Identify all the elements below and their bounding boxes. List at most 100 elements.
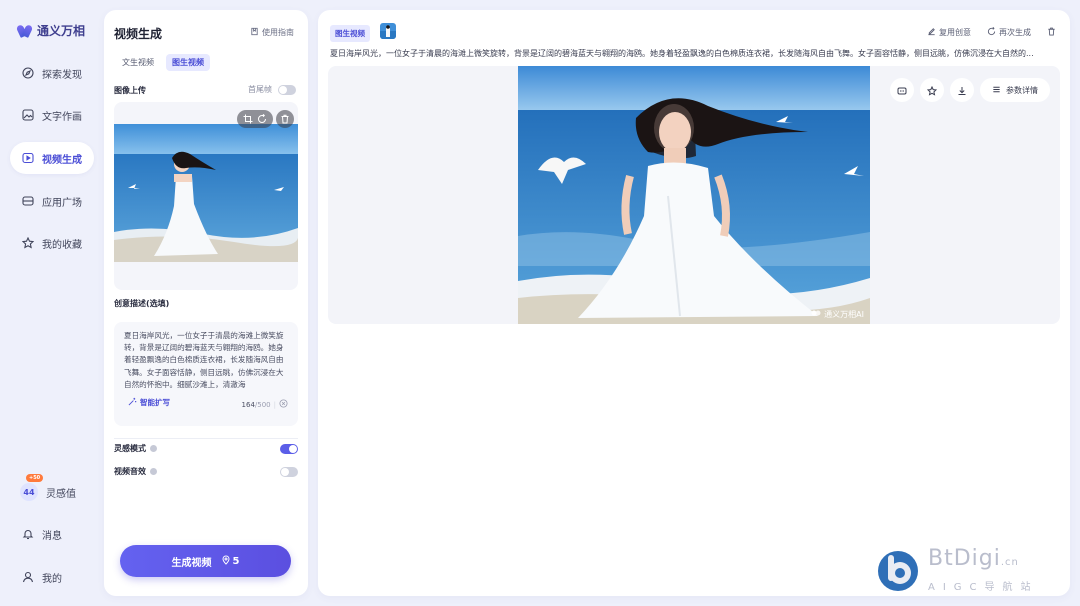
clear-icon[interactable] — [279, 399, 288, 410]
credits-item[interactable]: +50 44 灵感值 — [10, 474, 94, 508]
description-text: 夏日海岸风光，一位女子于清晨的海滩上微笑旋转，背景是辽阔的碧海蓝天与翱翔的海鸥。… — [124, 331, 284, 389]
caption-icon — [897, 81, 907, 100]
mode-tabs: 文生视频 图生视频 — [116, 54, 210, 71]
subtitle-button[interactable] — [890, 78, 914, 102]
nav-label: 消息 — [42, 530, 62, 542]
magic-wand-icon — [128, 397, 137, 408]
credits-count: +50 44 — [20, 474, 44, 501]
first-last-frame-label: 首尾帧 — [248, 85, 272, 94]
book-icon — [250, 27, 259, 38]
nav-label: 我的 — [42, 573, 62, 585]
reuse-button[interactable]: 复用创意 — [927, 27, 971, 38]
generate-cost: 5 — [222, 554, 240, 568]
first-last-frame-switch[interactable] — [278, 84, 296, 95]
inspiration-mode-row: 灵感模式 — [114, 443, 298, 454]
params-button[interactable]: 参数详情 — [980, 78, 1050, 102]
watermark-text: 通义万相AI — [824, 309, 864, 319]
app-name: 通义万相 — [37, 24, 86, 38]
counter-divider: | — [273, 400, 276, 409]
result-actions: 复用创意 再次生成 — [927, 26, 1056, 38]
type-badge: 图生视频 — [330, 25, 370, 42]
video-stage: 通义万相AI 参数详情 — [328, 66, 1060, 324]
rotate-icon[interactable] — [257, 114, 267, 124]
site-name: BtDigi — [928, 546, 1001, 571]
info-icon[interactable] — [150, 468, 157, 475]
image-edit-group — [237, 110, 273, 128]
credits-value: 44 — [23, 487, 35, 497]
nav-item-messages[interactable]: 消息 — [10, 518, 94, 550]
char-count-current: 164 — [241, 400, 255, 409]
smart-expand-button[interactable]: 智能扩写 — [128, 397, 170, 408]
regenerate-label: 再次生成 — [999, 28, 1031, 37]
image-upload-area[interactable] — [114, 102, 298, 290]
crop-icon[interactable] — [243, 114, 253, 124]
video-sound-label: 视频音效 — [114, 467, 146, 476]
tab-image-to-video[interactable]: 图生视频 — [166, 54, 210, 71]
uploaded-image — [114, 124, 298, 262]
site-watermark: BtDigi.cn AIGC导航站 — [876, 548, 1039, 593]
app-logo[interactable]: 通义万相 — [18, 22, 85, 39]
download-button[interactable] — [950, 78, 974, 102]
site-tld: .cn — [1000, 557, 1019, 568]
watermark: 通义万相AI — [811, 308, 864, 320]
upload-label: 图像上传 — [114, 86, 146, 95]
guide-button[interactable]: 使用指南 — [250, 27, 294, 38]
generate-video-button[interactable]: 生成视频 5 — [120, 545, 291, 577]
char-counter: 164/500 | — [242, 399, 288, 410]
video-sound-switch[interactable] — [280, 466, 298, 477]
generation-panel: 视频生成 使用指南 文生视频 图生视频 图像上传 首尾帧 创意描述(选填) 夏日… — [104, 10, 308, 596]
watermark-logo-icon — [811, 308, 821, 320]
guide-label: 使用指南 — [262, 28, 294, 37]
panel-title: 视频生成 — [114, 27, 163, 41]
generate-cost-value: 5 — [232, 555, 240, 567]
favorite-button[interactable] — [920, 78, 944, 102]
site-logo-icon — [876, 549, 920, 593]
nav-item-text-to-image[interactable]: 文字作画 — [10, 99, 94, 131]
video-tools: 参数详情 — [890, 78, 1050, 102]
nav-item-app-square[interactable]: 应用广场 — [10, 185, 94, 217]
menu-icon — [992, 85, 1001, 96]
description-label: 创意描述(选填) — [114, 299, 170, 308]
edit-icon — [927, 27, 936, 38]
image-icon — [22, 109, 34, 121]
description-textarea[interactable]: 夏日海岸风光，一位女子于清晨的海滩上微笑旋转，背景是辽阔的碧海蓝天与翱翔的海鸥。… — [114, 322, 298, 426]
logo-icon — [18, 24, 32, 38]
star-icon — [22, 237, 34, 249]
inspiration-mode-label: 灵感模式 — [114, 444, 146, 453]
prompt-text: 夏日海岸风光，一位女子于清晨的海滩上微笑旋转，背景是辽阔的碧海蓝天与翱翔的海鸥。… — [330, 49, 1034, 58]
app-icon — [22, 195, 34, 207]
nav-item-profile[interactable]: 我的 — [10, 561, 94, 593]
user-icon — [22, 571, 34, 583]
generate-label: 生成视频 — [171, 557, 212, 569]
section-divider — [114, 438, 298, 439]
source-thumbnail[interactable] — [380, 23, 396, 39]
result-area: 图生视频 复用创意 再次生成 夏日海岸风光，一位女子于清晨的海滩上微笑旋转，背景… — [318, 10, 1070, 596]
credits-label: 灵感值 — [46, 488, 76, 500]
download-icon — [957, 81, 967, 100]
play-icon — [22, 152, 34, 164]
regenerate-button[interactable]: 再次生成 — [987, 26, 1031, 38]
nav-label: 视频生成 — [42, 154, 82, 166]
trash-icon — [1047, 27, 1056, 38]
site-subtitle: AIGC导航站 — [928, 582, 1039, 593]
params-label: 参数详情 — [1006, 85, 1038, 95]
compass-icon — [22, 67, 34, 79]
nav-item-favorites[interactable]: 我的收藏 — [10, 227, 94, 259]
delete-button[interactable] — [1047, 27, 1056, 38]
left-navigation: 通义万相 探索发现 文字作画 视频生成 应用广场 我的收藏 +50 44 灵感值… — [0, 0, 104, 606]
nav-item-video-generation[interactable]: 视频生成 — [10, 142, 94, 174]
refresh-icon — [987, 26, 996, 38]
nav-label: 探索发现 — [42, 69, 82, 81]
video-sound-row: 视频音效 — [114, 466, 298, 477]
trash-icon[interactable] — [280, 114, 290, 124]
tab-text-to-video[interactable]: 文生视频 — [116, 54, 160, 71]
generated-video[interactable]: 通义万相AI — [518, 66, 870, 324]
first-last-frame-toggle-row: 首尾帧 — [248, 84, 296, 95]
nav-item-explore[interactable]: 探索发现 — [10, 57, 94, 89]
star-icon — [926, 81, 938, 100]
inspiration-mode-switch[interactable] — [280, 443, 298, 454]
smart-expand-label: 智能扩写 — [140, 398, 170, 407]
nav-label: 文字作画 — [42, 111, 82, 123]
bell-icon — [22, 528, 34, 540]
info-icon[interactable] — [150, 445, 157, 452]
